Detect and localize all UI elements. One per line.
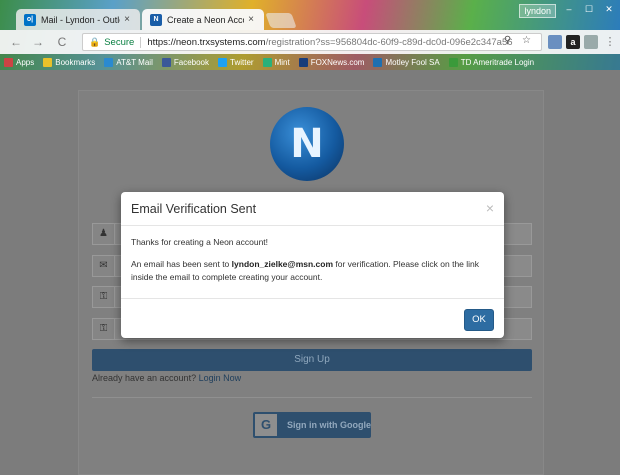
new-tab-button[interactable]: [265, 13, 297, 28]
bookmark-foxnews[interactable]: FOXNews.com: [298, 57, 365, 67]
amazon-icon[interactable]: a: [566, 35, 580, 49]
close-icon[interactable]: ×: [486, 200, 494, 216]
secure-label: Secure: [104, 36, 135, 48]
bookmark-label: TD Ameritrade Login: [460, 57, 535, 67]
modal-footer: OK: [121, 298, 504, 338]
divider: [140, 36, 142, 48]
divider: [92, 397, 532, 398]
ok-button[interactable]: OK: [464, 309, 494, 331]
browser-chrome: o| Mail - Lyndon - Outlook × N Create a …: [0, 0, 620, 70]
google-icon: G: [255, 414, 277, 436]
bookmark-mint[interactable]: Mint: [262, 57, 290, 67]
tab-strip: o| Mail - Lyndon - Outlook × N Create a …: [0, 0, 620, 30]
thanks-text: Thanks for creating a Neon account!: [131, 237, 269, 247]
bookmark-label: FOXNews.com: [310, 57, 365, 67]
facebook-icon: [161, 57, 171, 67]
sign-up-button[interactable]: Sign Up: [92, 349, 532, 371]
bookmark-facebook[interactable]: Facebook: [161, 57, 209, 67]
outlook-icon: o|: [24, 13, 36, 26]
bookmarks-bar: Apps Bookmarks AT&T Mail Facebook Twitte…: [0, 54, 620, 70]
key-star-icons[interactable]: ⚲ ☆: [504, 35, 535, 46]
modal-title: Email Verification Sent: [131, 202, 257, 216]
already-text: Already have an account?: [92, 373, 197, 383]
url-path: /registration?ss=956804dc-60f9-c89d-dc0d…: [265, 36, 513, 48]
url-host: https://neon.trxsystems.com: [147, 36, 266, 48]
maximize-icon[interactable]: ☐: [580, 2, 598, 16]
folder-icon: [43, 57, 53, 67]
close-icon[interactable]: ×: [248, 14, 254, 25]
bookmark-twitter[interactable]: Twitter: [218, 57, 254, 67]
login-prompt: Already have an account? Login Now: [92, 373, 241, 383]
lock-icon: 🔒: [89, 36, 101, 47]
key-icon: ⚿: [93, 287, 115, 307]
browser-toolbar: ← → C 🔒 Secure https://neon.trxsystems.c…: [0, 30, 620, 54]
sent-prefix: An email has been sent to: [131, 259, 230, 269]
window-close-icon[interactable]: ✕: [600, 2, 618, 16]
verification-message: An email has been sent to lyndon_zielke@…: [131, 258, 494, 284]
bookmark-label: Apps: [16, 57, 35, 67]
neon-logo: N: [270, 107, 344, 181]
close-icon[interactable]: ×: [124, 14, 130, 25]
reload-icon[interactable]: C: [54, 34, 70, 50]
minimize-icon[interactable]: –: [560, 2, 578, 16]
bookmark-label: AT&T Mail: [116, 57, 153, 67]
menu-icon[interactable]: ⋮: [602, 34, 618, 50]
tab-neon[interactable]: N Create a Neon Account ×: [142, 9, 264, 30]
google-signin-button[interactable]: G Sign in with Google: [253, 412, 371, 438]
email-verification-modal: Email Verification Sent × Thanks for cre…: [121, 192, 504, 338]
bookmark-bookmarks[interactable]: Bookmarks: [43, 57, 96, 67]
foxnews-icon: [298, 57, 308, 67]
bookmark-label: Mint: [274, 57, 290, 67]
back-icon[interactable]: ←: [8, 34, 24, 50]
key-icon: ⚿: [93, 319, 115, 339]
td-icon: [448, 57, 458, 67]
bookmark-att-mail[interactable]: AT&T Mail: [104, 57, 153, 67]
bookmark-motley-fool[interactable]: Motley Fool SA: [373, 57, 440, 67]
bookmark-td-ameritrade[interactable]: TD Ameritrade Login: [448, 57, 535, 67]
modal-body: Thanks for creating a Neon account! An e…: [121, 226, 504, 284]
forward-icon[interactable]: →: [30, 34, 46, 50]
bookmark-label: Bookmarks: [55, 57, 96, 67]
bookmark-label: Motley Fool SA: [385, 57, 440, 67]
person-icon: ♟: [93, 224, 115, 244]
modal-header: Email Verification Sent ×: [121, 192, 504, 226]
extension-icon[interactable]: [548, 35, 562, 49]
tab-title: Mail - Lyndon - Outlook: [41, 14, 120, 25]
google-signin-label: Sign in with Google: [287, 420, 371, 430]
envelope-icon: ✉: [93, 256, 115, 276]
neon-icon: N: [150, 13, 162, 26]
motley-fool-icon: [373, 57, 383, 67]
bookmark-label: Twitter: [230, 57, 254, 67]
mint-icon: [262, 57, 272, 67]
profile-badge[interactable]: lyndon: [519, 4, 556, 18]
bookmark-label: Facebook: [173, 57, 209, 67]
address-bar[interactable]: 🔒 Secure https://neon.trxsystems.com /re…: [82, 33, 542, 51]
tab-title: Create a Neon Account: [167, 14, 244, 25]
apps-icon: [4, 57, 13, 67]
att-icon: [104, 57, 114, 67]
extension-icon[interactable]: [584, 35, 598, 49]
tab-outlook[interactable]: o| Mail - Lyndon - Outlook ×: [16, 9, 140, 30]
email-address: lyndon_zielke@msn.com: [231, 259, 334, 269]
login-link[interactable]: Login Now: [199, 373, 242, 383]
bookmark-apps[interactable]: Apps: [4, 57, 35, 67]
twitter-icon: [218, 57, 227, 67]
